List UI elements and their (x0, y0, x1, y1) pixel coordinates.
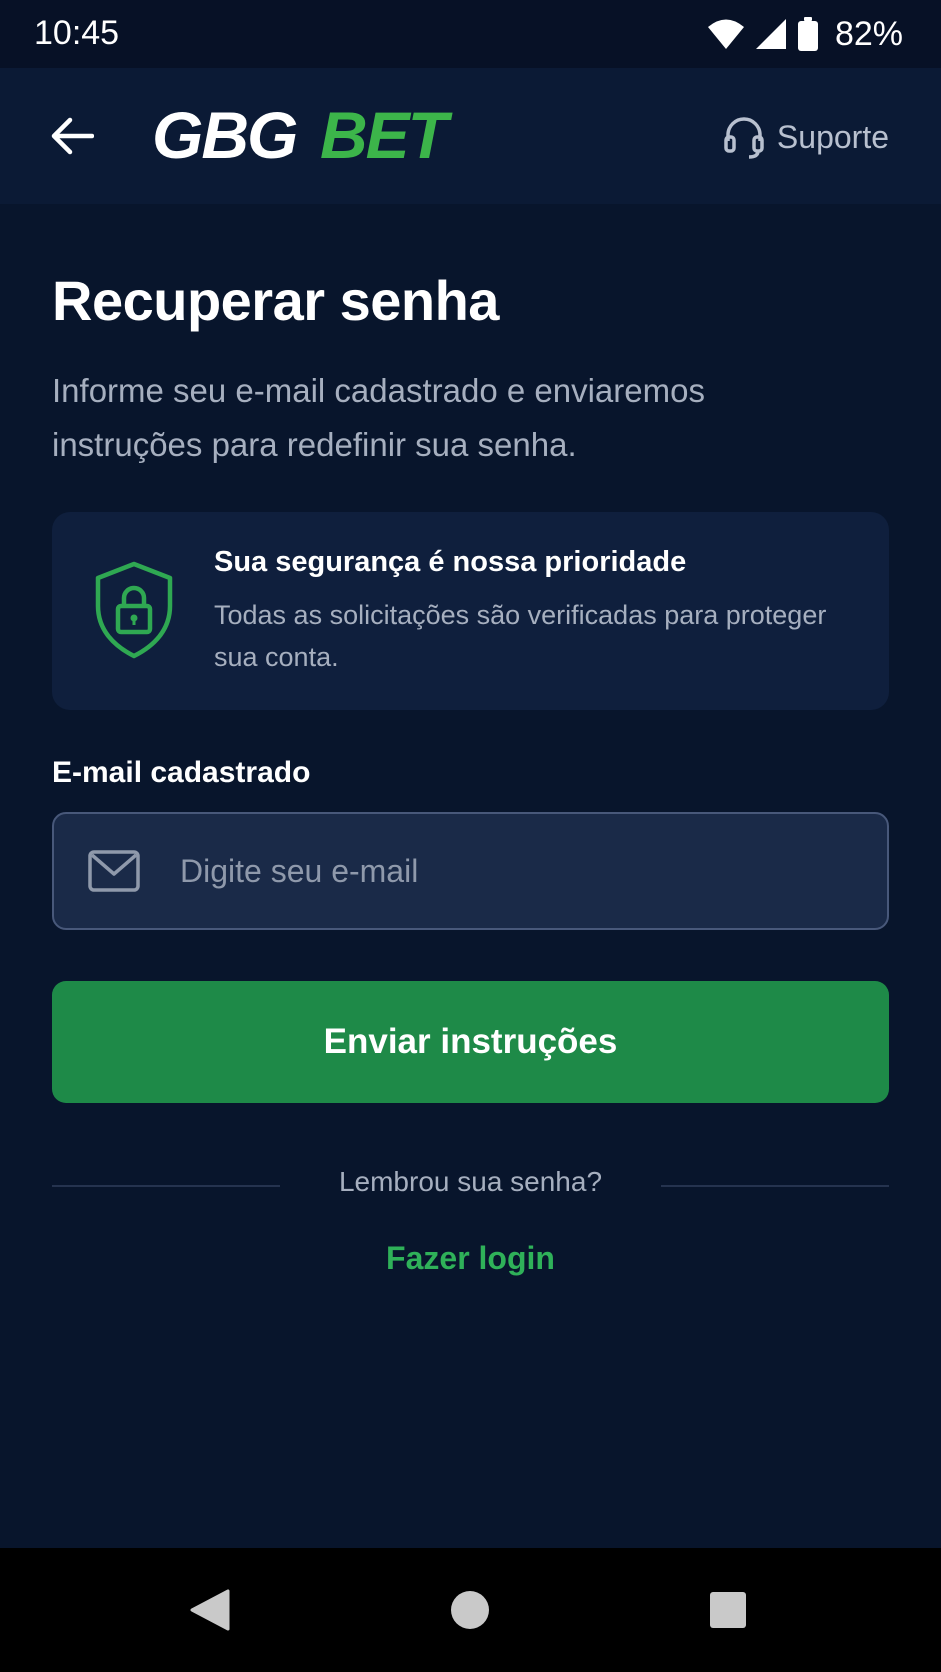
support-label: Suporte (776, 118, 889, 155)
email-field[interactable] (52, 812, 889, 930)
nav-back-button[interactable] (182, 1582, 238, 1638)
status-bar: 10:45 82% (0, 0, 941, 68)
nav-recents-button[interactable] (700, 1582, 756, 1638)
gbgbet-logo: GBG BET (152, 104, 455, 168)
page-subtitle: Informe seu e-mail cadastrado e enviarem… (52, 372, 705, 463)
back-button[interactable] (44, 108, 100, 164)
shield-lock-icon (95, 561, 173, 659)
page-title: Recuperar senha (52, 269, 499, 332)
headset-icon (724, 117, 764, 159)
send-instructions-button[interactable]: Enviar instruções (52, 981, 889, 1103)
back-arrow-icon (51, 117, 94, 155)
battery-percentage: 82% (834, 14, 903, 53)
app-header: GBG BET Suporte (0, 68, 941, 204)
status-icons: 82% (707, 14, 903, 54)
svg-text:GBG: GBG (152, 104, 297, 168)
divider-text: Lembrou sua senha? (338, 1166, 603, 1197)
divider-left (52, 1185, 280, 1187)
divider-right (661, 1185, 889, 1187)
info-card-text: Todas as solicitações são verificadas pa… (214, 600, 827, 672)
nav-recents-icon (710, 1592, 746, 1628)
info-card-title: Sua segurança é nossa prioridade (214, 546, 687, 578)
svg-text:BET: BET (320, 104, 453, 168)
security-info-card: Sua segurança é nossa prioridade Todas a… (52, 512, 889, 710)
navigation-bar (0, 1548, 941, 1672)
nav-home-button[interactable] (442, 1582, 498, 1638)
email-input[interactable] (178, 834, 858, 908)
mail-icon (88, 850, 140, 892)
email-label: E-mail cadastrado (52, 756, 311, 789)
support-button[interactable]: Suporte (723, 112, 889, 162)
signal-icon (755, 19, 786, 49)
wifi-icon (707, 19, 744, 49)
battery-icon (797, 17, 818, 51)
nav-back-icon (190, 1589, 230, 1631)
login-link[interactable]: Fazer login (0, 1240, 941, 1277)
nav-home-icon (451, 1591, 489, 1629)
status-time: 10:45 (34, 14, 120, 52)
